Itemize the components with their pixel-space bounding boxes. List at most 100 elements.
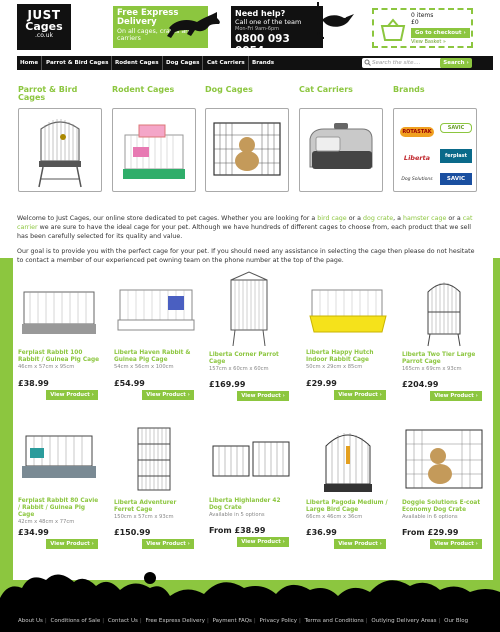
category-brands[interactable]: Brands ROTASTAK SAVIC Liberta ferplast D… bbox=[393, 86, 477, 192]
product-image[interactable] bbox=[18, 282, 102, 348]
help-phone[interactable]: 0800 093 0054 bbox=[235, 33, 319, 57]
view-product-button[interactable]: View Product › bbox=[46, 539, 98, 549]
category-dog-cages[interactable]: Dog Cages bbox=[205, 85, 289, 192]
product-name[interactable]: Doggie Solutions E-coat Economy Dog Crat… bbox=[402, 500, 486, 514]
nav-item-rodent-cages[interactable]: Rodent Cages bbox=[112, 56, 163, 70]
view-product-button[interactable]: View Product › bbox=[430, 391, 482, 401]
nav-item-dog-cages[interactable]: Dog Cages bbox=[163, 56, 204, 70]
basket-summary: 0 items £0 Go to checkout › View Basket … bbox=[372, 8, 473, 48]
category-parrot-bird-cages[interactable]: Parrot & Bird Cages bbox=[18, 85, 102, 192]
help-title: Need help? bbox=[235, 9, 286, 18]
product-price: From £38.99 bbox=[209, 526, 266, 535]
view-product-button[interactable]: View Product › bbox=[237, 391, 289, 401]
running-cat-icon bbox=[167, 12, 220, 38]
product-image[interactable] bbox=[221, 270, 277, 348]
site-logo[interactable]: JUST Cages .co.uk bbox=[17, 4, 71, 50]
product-name[interactable]: Ferplast Rabbit 80 Cavie / Rabbit / Guin… bbox=[18, 498, 102, 519]
footer-link-free-express-delivery[interactable]: Free Express Delivery bbox=[145, 618, 204, 624]
brand-logo-savic[interactable]: SAVIC bbox=[440, 123, 472, 133]
category-image-cat-carrier[interactable] bbox=[299, 108, 383, 192]
product-name[interactable]: Liberta Pagoda Medium / Large Bird Cage bbox=[306, 500, 390, 514]
nav-item-home[interactable]: Home bbox=[17, 56, 43, 70]
view-product-button[interactable]: View Product › bbox=[142, 539, 194, 549]
footer-link-terms[interactable]: Terms and Conditions bbox=[305, 618, 364, 624]
product-name[interactable]: Liberta Highlander 42 Dog Crate bbox=[209, 498, 293, 512]
view-product-button[interactable]: View Product › bbox=[237, 537, 289, 547]
product-size: 165cm x 69cm x 93cm bbox=[402, 366, 462, 372]
category-rodent-cages[interactable]: Rodent Cages bbox=[112, 85, 196, 192]
product-image[interactable] bbox=[114, 282, 198, 348]
category-label: Rodent Cages bbox=[112, 85, 175, 94]
footer-link-privacy-policy[interactable]: Privacy Policy bbox=[260, 618, 297, 624]
brand-logo-rotastak[interactable]: ROTASTAK bbox=[400, 127, 434, 137]
search-icon bbox=[364, 59, 371, 66]
link-bird-cage[interactable]: bird cage bbox=[317, 215, 346, 222]
search-input[interactable]: Search the site.... bbox=[362, 58, 442, 68]
brand-logo-savic-2[interactable]: SAVIC bbox=[440, 173, 472, 185]
footer-cloud-silhouette bbox=[0, 572, 500, 612]
search-button[interactable]: Search › bbox=[440, 58, 472, 68]
brand-logo-dog-solutions[interactable]: Dog Solutions bbox=[400, 175, 434, 185]
footer-link-payment-faqs[interactable]: Payment FAQs bbox=[213, 618, 252, 624]
category-image-bird-cage[interactable] bbox=[18, 108, 102, 192]
product-image[interactable] bbox=[306, 424, 390, 496]
view-product-button[interactable]: View Product › bbox=[430, 539, 482, 549]
product-image[interactable] bbox=[306, 282, 390, 348]
product-size: Available in 5 options bbox=[209, 512, 265, 518]
intro-paragraph-2: Our goal is to provide you with the perf… bbox=[17, 248, 475, 264]
footer-links: About Us | Conditions of Sale | Contact Us… bbox=[0, 612, 500, 632]
category-image-rodent-cage[interactable] bbox=[112, 108, 196, 192]
product-name[interactable]: Liberta Happy Hutch Indoor Rabbit Cage bbox=[306, 350, 390, 364]
category-label: Dog Cages bbox=[205, 85, 253, 94]
view-product-button[interactable]: View Product › bbox=[334, 539, 386, 549]
help-subtitle: Call one of the team bbox=[235, 18, 302, 26]
product-size: 50cm x 29cm x 85cm bbox=[306, 364, 363, 370]
product-name[interactable]: Liberta Adventurer Ferret Cage bbox=[114, 500, 198, 514]
view-product-button[interactable]: View Product › bbox=[142, 390, 194, 400]
product-name[interactable]: Liberta Corner Parrot Cage bbox=[209, 352, 293, 366]
link-dog-crate[interactable]: dog crate bbox=[363, 215, 393, 222]
nav-item-cat-carriers[interactable]: Cat Carriers bbox=[204, 56, 249, 70]
product-price: £54.99 bbox=[114, 379, 145, 388]
product-image[interactable] bbox=[18, 430, 102, 496]
category-image-brands[interactable]: ROTASTAK SAVIC Liberta ferplast Dog Solu… bbox=[393, 108, 477, 192]
product-size: 157cm x 60cm x 60cm bbox=[209, 366, 269, 372]
view-product-button[interactable]: View Product › bbox=[334, 390, 386, 400]
product-image[interactable] bbox=[114, 424, 198, 494]
category-image-dog-cage[interactable] bbox=[205, 108, 289, 192]
category-cat-carriers[interactable]: Cat Carriers bbox=[299, 85, 383, 192]
category-label: Cat Carriers bbox=[299, 85, 353, 94]
product-price: £38.99 bbox=[18, 379, 49, 388]
help-hours: Mon-Fri 9am-6pm bbox=[235, 26, 280, 32]
product-price: £29.99 bbox=[306, 379, 337, 388]
product-price: £150.99 bbox=[114, 528, 151, 537]
link-hamster-cage[interactable]: hamster cage bbox=[403, 215, 446, 222]
nav-item-brands[interactable]: Brands bbox=[249, 56, 277, 70]
product-image[interactable] bbox=[402, 424, 486, 494]
brand-logo-ferplast[interactable]: ferplast bbox=[440, 149, 472, 163]
basket-total: £0 bbox=[411, 19, 419, 26]
product-image[interactable] bbox=[209, 430, 293, 496]
footer-link-contact-us[interactable]: Contact Us bbox=[108, 618, 138, 624]
view-product-button[interactable]: View Product › bbox=[46, 390, 98, 400]
footer-link-outlying-delivery[interactable]: Outlying Delivery Areas bbox=[371, 618, 436, 624]
footer-link-about-us[interactable]: About Us bbox=[18, 618, 43, 624]
footer-link-conditions-of-sale[interactable]: Conditions of Sale bbox=[51, 618, 101, 624]
product-price: From £29.99 bbox=[402, 528, 459, 537]
product-price: £169.99 bbox=[209, 380, 246, 389]
nav-item-parrot-bird-cages[interactable]: Parrot & Bird Cages bbox=[43, 56, 113, 70]
product-size: 66cm x 46cm x 36cm bbox=[306, 514, 363, 520]
footer-link-our-blog[interactable]: Our Blog bbox=[444, 618, 468, 624]
basket-items: 0 items bbox=[411, 12, 434, 19]
product-image[interactable] bbox=[402, 270, 486, 348]
brand-logo-liberta[interactable]: Liberta bbox=[400, 153, 434, 163]
checkout-button[interactable]: Go to checkout › bbox=[411, 28, 470, 38]
product-name[interactable]: Liberta Two Tier Large Parrot Cage bbox=[402, 352, 486, 366]
product-name[interactable]: Liberta Haven Rabbit & Guinea Pig Cage bbox=[114, 350, 198, 364]
product-size: 46cm x 57cm x 95cm bbox=[18, 364, 75, 370]
intro-text: Welcome to Just Cages, our online store … bbox=[17, 214, 481, 271]
category-label: Parrot & Bird Cages bbox=[18, 85, 78, 102]
view-basket-link[interactable]: View Basket » bbox=[411, 39, 471, 45]
product-name[interactable]: Ferplast Rabbit 100 Rabbit / Guinea Pig … bbox=[18, 350, 102, 364]
product-price: £36.99 bbox=[306, 528, 337, 537]
